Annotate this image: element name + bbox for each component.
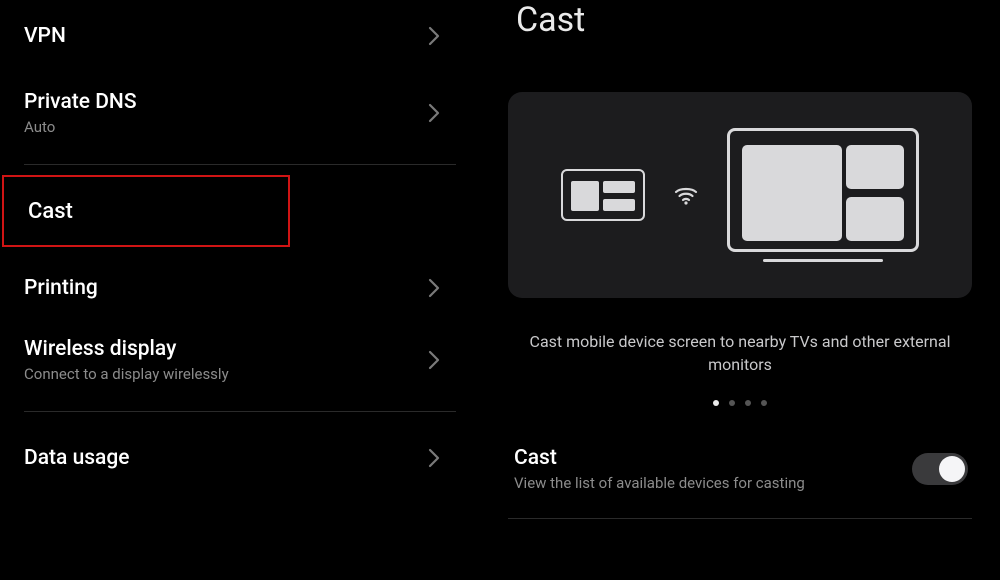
cast-toggle-switch[interactable] <box>912 453 968 485</box>
toggle-title: Cast <box>514 446 805 470</box>
settings-list: VPN Private DNS Auto Cast Printing <box>0 0 480 580</box>
settings-item-title: Printing <box>24 276 98 300</box>
tv-icon <box>727 128 919 262</box>
settings-item-title: VPN <box>24 24 66 48</box>
settings-item-title: Data usage <box>24 446 130 470</box>
chevron-right-icon <box>428 350 440 370</box>
cast-illustration-card <box>508 92 972 298</box>
settings-item-cast[interactable]: Cast <box>2 175 290 247</box>
settings-item-data-usage[interactable]: Data usage <box>0 422 480 494</box>
page-title: Cast <box>516 0 972 40</box>
cast-detail-pane: Cast Cast mobile device scr <box>480 0 1000 580</box>
phone-icon <box>561 169 645 221</box>
settings-item-subtitle: Auto <box>24 118 137 136</box>
cast-caption: Cast mobile device screen to nearby TVs … <box>508 330 972 376</box>
toggle-subtitle: View the list of available devices for c… <box>514 474 805 492</box>
divider <box>24 164 456 165</box>
chevron-right-icon <box>428 278 440 298</box>
settings-item-wireless-display[interactable]: Wireless display Connect to a display wi… <box>0 319 480 401</box>
settings-item-title: Wireless display <box>24 337 229 361</box>
chevron-right-icon <box>428 448 440 468</box>
page-dot <box>761 400 767 406</box>
settings-item-subtitle: Connect to a display wirelessly <box>24 365 229 383</box>
divider <box>508 518 972 519</box>
chevron-right-icon <box>428 103 440 123</box>
settings-item-title: Private DNS <box>24 90 137 114</box>
chevron-right-icon <box>428 26 440 46</box>
page-indicator <box>508 400 972 406</box>
page-dot <box>713 400 719 406</box>
settings-item-printing[interactable]: Printing <box>0 257 480 319</box>
page-dot <box>745 400 751 406</box>
settings-item-private-dns[interactable]: Private DNS Auto <box>0 72 480 154</box>
page-dot <box>729 400 735 406</box>
wifi-icon <box>673 182 699 208</box>
settings-item-vpn[interactable]: VPN <box>0 0 480 72</box>
divider <box>24 411 456 412</box>
cast-toggle-row: Cast View the list of available devices … <box>508 446 972 492</box>
switch-knob <box>939 456 965 482</box>
settings-item-title: Cast <box>28 199 73 224</box>
